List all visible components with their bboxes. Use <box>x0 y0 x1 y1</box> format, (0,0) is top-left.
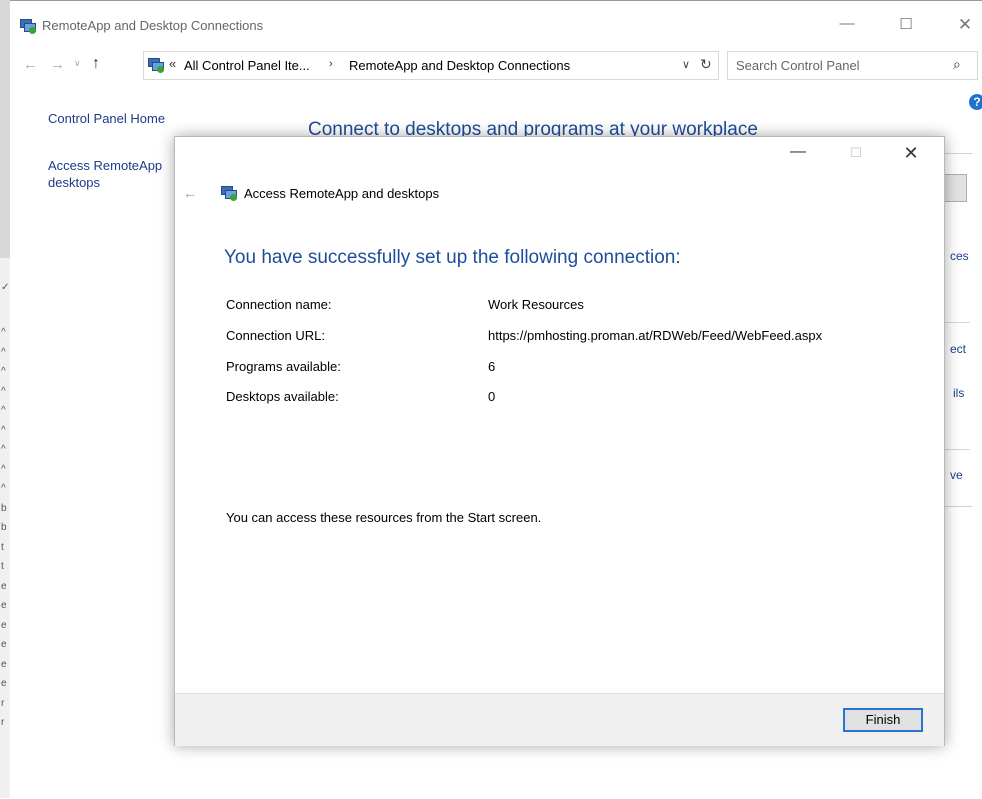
remoteapp-icon <box>148 57 164 73</box>
background-fragment-mark: e <box>1 639 7 650</box>
background-fragment-mark: ^ <box>1 366 6 377</box>
address-bar[interactable]: « All Control Panel Ite... › RemoteApp a… <box>143 51 719 80</box>
sidebar-item-label: desktops <box>48 175 101 190</box>
connection-name-label: Connection name: <box>226 297 332 312</box>
wizard-footer: Finish <box>175 693 944 746</box>
background-fragment-mark: r <box>1 697 5 709</box>
up-arrow-icon[interactable]: ↑ <box>92 55 100 73</box>
back-arrow-icon[interactable]: ← <box>183 185 197 201</box>
background-fragment-mark: e <box>1 658 7 670</box>
sidebar-item-control-panel-home[interactable]: Control Panel Home <box>48 111 165 126</box>
background-fragment-mark: ^ <box>1 424 6 436</box>
programs-available-value: 6 <box>488 359 496 374</box>
background-fragment-mark: ^ <box>1 405 6 416</box>
background-fragment-mark: e <box>1 678 7 689</box>
background-fragment-mark: t <box>1 541 4 553</box>
background-fragment-mark: t <box>1 561 4 572</box>
background-fragment-mark: b <box>1 502 7 514</box>
sidebar-item-label: Access RemoteApp <box>48 158 163 173</box>
remoteapp-icon <box>221 185 237 201</box>
wizard-minimize-button[interactable]: — <box>783 143 813 161</box>
wizard-maximize-button: ☐ <box>850 145 862 160</box>
chevron-down-icon[interactable]: ∨ <box>682 58 690 71</box>
background-fragment-mark: ^ <box>1 327 6 338</box>
minimize-button[interactable]: — <box>832 15 862 32</box>
background-fragment-mark: e <box>1 600 7 611</box>
panel-link-fragment: ces <box>950 249 969 263</box>
sidebar-item-access-remoteapp[interactable]: Access RemoteApp desktops <box>48 157 168 191</box>
wizard-heading: You have successfully set up the followi… <box>224 247 681 268</box>
background-fragment-mark: ^ <box>1 483 6 494</box>
connection-url-value: https://pmhosting.proman.at/RDWeb/Feed/W… <box>488 328 823 343</box>
finish-button[interactable]: Finish <box>843 708 923 732</box>
connection-url-label: Connection URL: <box>226 328 325 343</box>
forward-arrow-icon[interactable]: → <box>50 56 65 73</box>
programs-available-label: Programs available: <box>226 359 341 374</box>
help-icon[interactable]: ? <box>969 94 982 110</box>
panel-link-fragment: ect <box>950 342 967 356</box>
breadcrumb-remoteapp-connections[interactable]: RemoteApp and Desktop Connections <box>349 58 570 73</box>
background-fragment-mark: ✓ <box>1 282 10 293</box>
start-screen-note: You can access these resources from the … <box>226 510 542 525</box>
remoteapp-icon <box>20 18 36 34</box>
panel-link-fragment: ve <box>950 468 963 482</box>
connection-name-value: Work Resources <box>488 297 584 312</box>
recent-locations-icon[interactable]: ∨ <box>74 58 81 69</box>
search-input[interactable]: Search Control Panel ⌕ <box>727 51 978 80</box>
wizard-title: Access RemoteApp and desktops <box>244 186 440 201</box>
access-remoteapp-wizard: — ☐ ✕ ← Access RemoteApp and desktops Yo… <box>174 136 945 746</box>
background-fragment-mark: ^ <box>1 444 6 455</box>
background-fragment-mark: e <box>1 619 7 631</box>
panel-link-fragment: ils <box>953 386 965 400</box>
breadcrumb-separator-icon[interactable]: › <box>329 58 333 70</box>
close-button[interactable]: ✕ <box>950 15 980 35</box>
background-edge-shade <box>0 0 10 258</box>
background-fragment-mark: ^ <box>1 463 6 475</box>
title-bar: RemoteApp and Desktop Connections — ☐ ✕ <box>10 1 982 51</box>
window-title: RemoteApp and Desktop Connections <box>42 18 264 33</box>
desktops-available-label: Desktops available: <box>226 389 339 404</box>
back-arrow-icon[interactable]: ← <box>23 56 38 73</box>
background-fragment-mark: ^ <box>1 346 6 358</box>
refresh-icon[interactable]: ↻ <box>700 56 712 73</box>
search-icon[interactable]: ⌕ <box>953 56 961 73</box>
background-fragment-mark: e <box>1 580 7 592</box>
breadcrumb-all-control-panel-items[interactable]: All Control Panel Ite... <box>184 58 310 73</box>
background-fragment-mark: ^ <box>1 385 6 397</box>
background-fragment-mark: r <box>1 717 5 728</box>
wizard-close-button[interactable]: ✕ <box>896 143 926 164</box>
background-fragment-mark: b <box>1 522 7 533</box>
overflow-chevron-icon[interactable]: « <box>169 56 176 71</box>
search-placeholder: Search Control Panel <box>736 58 860 73</box>
maximize-button[interactable]: ☐ <box>891 15 921 33</box>
desktops-available-value: 0 <box>488 389 496 404</box>
